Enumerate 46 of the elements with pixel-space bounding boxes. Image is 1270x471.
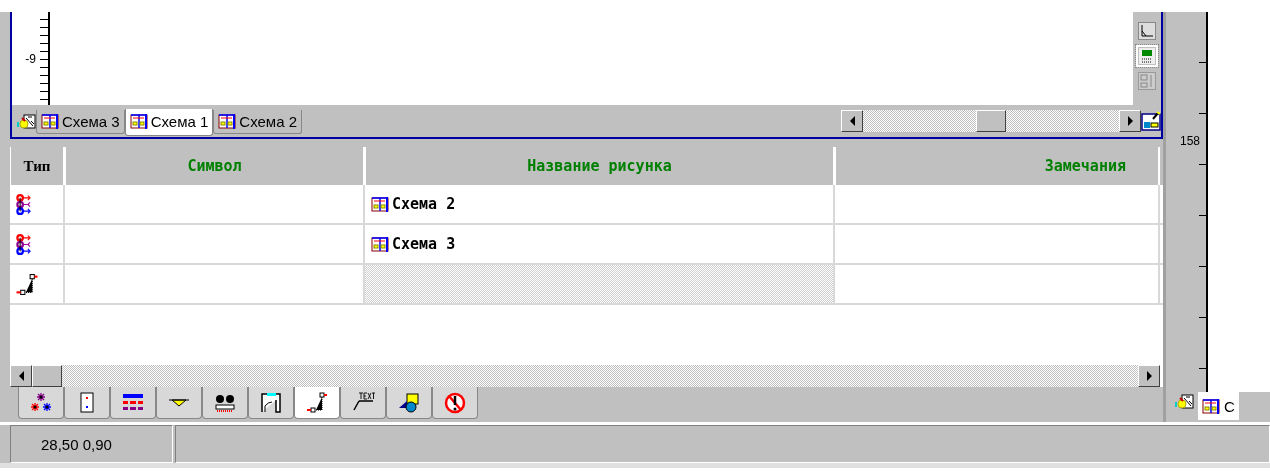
angle-ruler-button[interactable] [1136, 20, 1158, 42]
connector-icon [305, 391, 329, 414]
scroll-left-button[interactable] [841, 110, 863, 132]
scheme-icon [218, 113, 237, 130]
ruler-label: -9 [25, 51, 36, 66]
scroll-left-button[interactable] [10, 365, 32, 387]
palette-tab[interactable] [110, 387, 156, 419]
drawing-name: Схема 3 [392, 235, 456, 253]
connector-icon [16, 273, 38, 295]
palette-tab[interactable] [18, 387, 64, 419]
palette-icon[interactable] [1141, 111, 1161, 131]
grid-icon [1138, 47, 1156, 65]
sheet-tab[interactable]: С [1198, 392, 1239, 420]
scheme-icon [371, 235, 389, 253]
shapes-icon [397, 391, 421, 414]
palette-tab[interactable] [294, 387, 340, 419]
sheet-tab[interactable]: Схема 1 [124, 108, 214, 136]
drawing-name: Схема 2 [392, 195, 456, 213]
palette-tab[interactable] [386, 387, 432, 419]
scheme-icon [371, 195, 389, 213]
grid-button[interactable] [1136, 45, 1158, 67]
forbidden-icon [443, 391, 467, 414]
bus-icon [16, 233, 32, 255]
sheet-tab[interactable]: Схема 2 [213, 110, 302, 134]
palette-tab[interactable] [156, 387, 202, 419]
ruler-label: 158 [1179, 134, 1200, 148]
scroll-right-button[interactable] [1138, 365, 1160, 387]
scroll-right-button[interactable] [1119, 110, 1141, 132]
palette-tab[interactable] [340, 387, 386, 419]
sparks-icon [29, 391, 53, 414]
scheme-icon [1202, 397, 1220, 415]
coordinates-readout: 28,50 0,90 [10, 425, 173, 463]
column-header[interactable]: Тип [10, 147, 65, 185]
sheet-tab[interactable]: Схема 3 [36, 110, 125, 134]
camera-icon[interactable] [16, 112, 36, 130]
scheme-icon [129, 113, 148, 130]
scroll-thumb[interactable] [32, 365, 62, 387]
scroll-thumb[interactable] [976, 110, 1006, 132]
palette-tab[interactable] [248, 387, 294, 419]
angle-ruler-icon [1138, 22, 1156, 40]
bus-icon [16, 193, 32, 215]
frame-icon [259, 391, 283, 414]
camera-icon[interactable] [1174, 392, 1194, 410]
scheme-icon [41, 113, 59, 130]
palette-tab[interactable] [202, 387, 248, 419]
layout-icon [1138, 72, 1156, 90]
